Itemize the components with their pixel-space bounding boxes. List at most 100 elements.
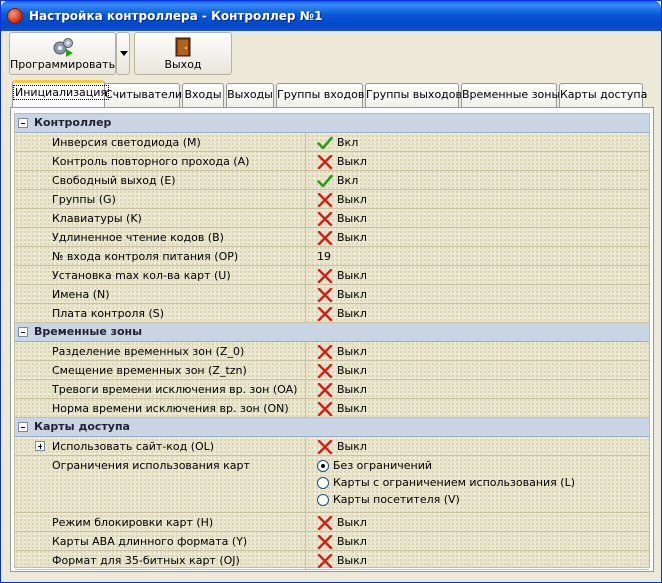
column-divider xyxy=(305,380,306,398)
value-text: Вкл xyxy=(337,136,359,149)
cross-icon xyxy=(317,212,333,226)
cross-icon xyxy=(317,440,333,454)
value-text: Выкл xyxy=(337,440,367,453)
value-text: 19 xyxy=(317,250,331,263)
collapse-icon[interactable] xyxy=(18,118,28,128)
property-row[interactable]: Формат для 35-битных карт (OJ) Выкл xyxy=(15,551,649,570)
property-row[interactable]: Имена (N) Выкл xyxy=(15,285,649,304)
column-divider xyxy=(305,228,306,246)
cross-icon xyxy=(317,269,333,283)
value-text: Выкл xyxy=(337,193,367,206)
property-name: Группы (G) xyxy=(52,193,116,206)
column-divider xyxy=(305,266,306,284)
tab-readers[interactable]: Считыватели xyxy=(104,83,182,107)
radio-button[interactable] xyxy=(317,494,329,506)
property-row-restrictions: Ограничения использования карт Без огран… xyxy=(15,456,649,513)
property-row[interactable]: Группы (G) Выкл xyxy=(15,190,649,209)
property-row[interactable]: Клавиатуры (K) Выкл xyxy=(15,209,649,228)
tab-strip: Инициализация Считыватели Входы Выходы Г… xyxy=(8,79,656,107)
column-divider xyxy=(305,513,306,531)
property-row[interactable]: Разделение временных зон (Z_0) Выкл xyxy=(15,342,649,361)
property-row[interactable]: Инверсия светодиода (M) Вкл xyxy=(15,133,649,152)
collapse-icon[interactable] xyxy=(18,422,28,432)
cross-icon xyxy=(317,383,333,397)
property-row[interactable]: Удлиненное чтение кодов (B) Выкл xyxy=(15,228,649,247)
property-row[interactable]: Свободный выход (E) Вкл xyxy=(15,171,649,190)
check-icon xyxy=(317,174,333,188)
property-row[interactable]: Установка max кол-ва карт (U) Выкл xyxy=(15,266,649,285)
tab-panel: Контроллер Инверсия светодиода (M) Вкл Кон… xyxy=(10,107,654,572)
radio-button[interactable] xyxy=(317,477,329,489)
property-name: Использовать сайт-код (OL) xyxy=(52,440,215,453)
value-text: Вкл xyxy=(337,174,359,187)
property-row[interactable]: Карты ABA длинного формата (Y) Выкл xyxy=(15,532,649,551)
property-name: Имена (N) xyxy=(52,288,110,301)
exit-button-label: Выход xyxy=(164,58,202,71)
property-row[interactable]: Тревоги времени исключения вр. зон (OA) В… xyxy=(15,380,649,399)
cross-icon xyxy=(317,307,333,321)
property-name: Свободный выход (E) xyxy=(52,174,176,187)
app-icon xyxy=(7,8,23,24)
property-name: Смещение временных зон (Z_tzn) xyxy=(52,364,247,377)
property-row[interactable]: Режим блокировки карт (H) Выкл xyxy=(15,513,649,532)
column-divider xyxy=(305,247,306,265)
tab-time-zones[interactable]: Временные зоны xyxy=(461,83,560,107)
property-row-site-code[interactable]: Использовать сайт-код (OL) Выкл xyxy=(15,437,649,456)
tab-inputs[interactable]: Входы xyxy=(182,83,224,107)
check-icon xyxy=(317,136,333,150)
tab-access-cards[interactable]: Карты доступа xyxy=(559,83,647,107)
expand-icon[interactable] xyxy=(35,441,45,451)
cross-icon xyxy=(317,155,333,169)
value-text: Выкл xyxy=(337,155,367,168)
property-name: Карты ABA длинного формата (Y) xyxy=(52,535,248,548)
property-name: Формат для 35-битных карт (OJ) xyxy=(52,554,240,567)
tab-label: Группы выходов xyxy=(366,88,462,101)
section-header-controller[interactable]: Контроллер xyxy=(15,114,649,133)
title-bar[interactable]: Настройка контроллера - Контроллер №1 xyxy=(1,1,661,31)
exit-button[interactable]: Выход xyxy=(134,32,232,75)
property-row[interactable]: Норма времени исключения вр. зон (ON) Вык… xyxy=(15,399,649,418)
column-divider xyxy=(305,152,306,170)
column-divider xyxy=(305,209,306,227)
section-title: Карты доступа xyxy=(34,420,130,433)
property-name: Удлиненное чтение кодов (B) xyxy=(52,231,224,244)
door-icon xyxy=(175,37,191,57)
window-title: Настройка контроллера - Контроллер №1 xyxy=(29,9,323,23)
value-text: Выкл xyxy=(337,345,367,358)
settings-window: Настройка контроллера - Контроллер №1 Пр… xyxy=(0,0,662,583)
tab-initialization[interactable]: Инициализация xyxy=(12,80,109,107)
cross-icon xyxy=(317,288,333,302)
tab-outputs[interactable]: Выходы xyxy=(226,83,274,107)
value-text: Выкл xyxy=(337,269,367,282)
cross-icon xyxy=(317,364,333,378)
tab-label: Группы входов xyxy=(277,88,365,101)
property-grid: Контроллер Инверсия светодиода (M) Вкл Кон… xyxy=(14,113,650,570)
column-divider xyxy=(305,171,306,189)
property-name: Разделение временных зон (Z_0) xyxy=(52,345,245,358)
collapse-icon[interactable] xyxy=(18,327,28,337)
cross-icon xyxy=(317,402,333,416)
property-row[interactable]: Плата контроля (S) Выкл xyxy=(15,304,649,323)
property-name: Клавиатуры (K) xyxy=(52,212,142,225)
cross-icon xyxy=(317,231,333,245)
property-row[interactable]: Смещение временных зон (Z_tzn) Выкл xyxy=(15,361,649,380)
column-divider xyxy=(305,456,306,512)
tab-label: Считыватели xyxy=(105,88,182,101)
radio-label: Без ограничений xyxy=(333,459,432,472)
radio-button[interactable] xyxy=(317,460,329,472)
tab-input-groups[interactable]: Группы входов xyxy=(276,83,365,107)
section-header-access-cards[interactable]: Карты доступа xyxy=(15,418,649,437)
tab-output-groups[interactable]: Группы выходов xyxy=(365,83,462,107)
value-text: Выкл xyxy=(337,212,367,225)
program-button[interactable]: Программировать xyxy=(9,32,116,75)
column-divider xyxy=(305,285,306,303)
cross-icon xyxy=(317,345,333,359)
cross-icon xyxy=(317,535,333,549)
property-row[interactable]: № входа контроля питания (OP) 19 xyxy=(15,247,649,266)
property-name: Режим блокировки карт (H) xyxy=(52,516,214,529)
cross-icon xyxy=(317,554,333,568)
program-dropdown-arrow[interactable] xyxy=(116,32,130,75)
property-row[interactable]: Контроль повторного прохода (A) Выкл xyxy=(15,152,649,171)
column-divider xyxy=(305,190,306,208)
section-header-time-zones[interactable]: Временные зоны xyxy=(15,323,649,342)
